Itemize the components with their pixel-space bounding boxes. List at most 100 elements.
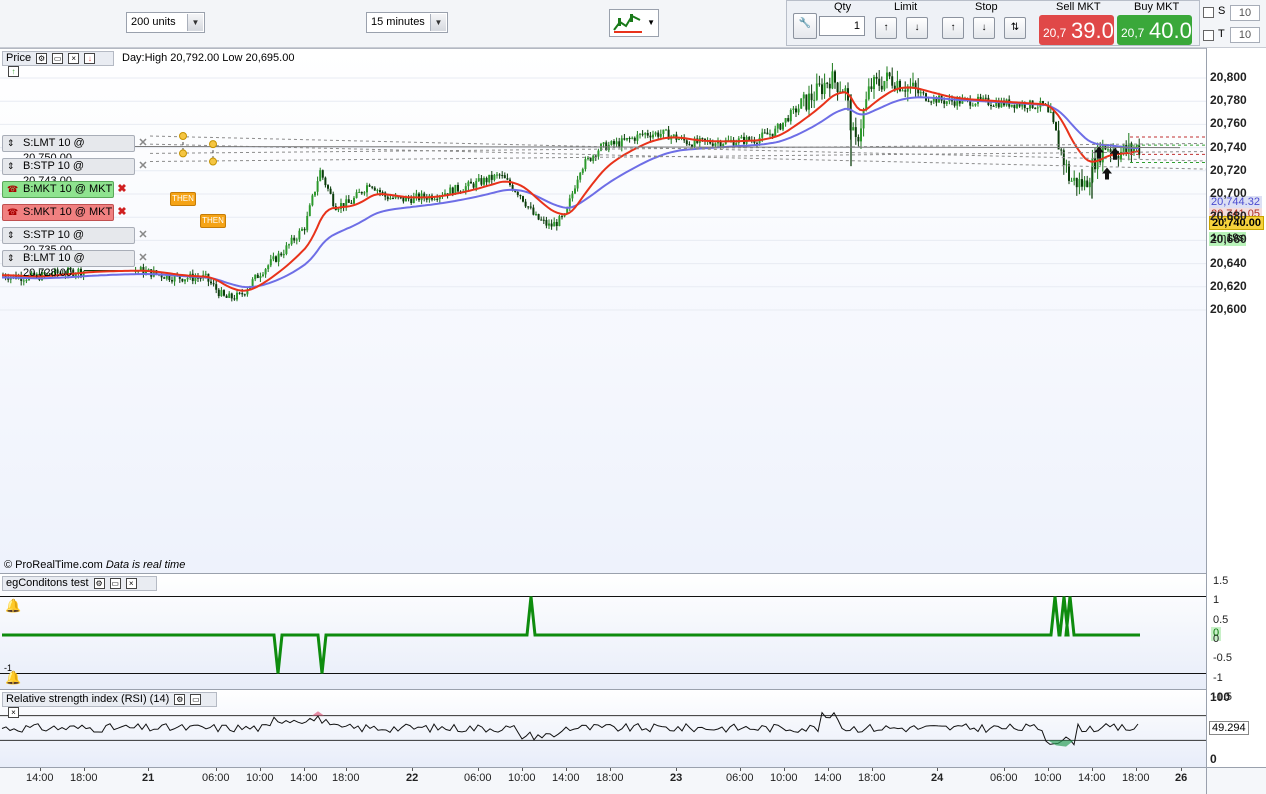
- candle-body: [665, 129, 667, 131]
- time-tick: [1136, 768, 1137, 771]
- close-icon[interactable]: ×: [125, 577, 137, 589]
- time-axis[interactable]: 14:00 18:00 21 06:00 10:00 14:00 18:00 22 06:00 1…: [0, 767, 1206, 794]
- indicator-line: [2, 596, 1140, 674]
- candle-body: [467, 181, 470, 187]
- time-label: 18:00: [1122, 772, 1150, 784]
- candle-body: [857, 136, 860, 142]
- candle-body: [613, 141, 615, 145]
- sell-mkt-button[interactable]: 20,7 39.0: [1039, 15, 1114, 45]
- buy-mkt-button[interactable]: 20,7 40.0: [1117, 15, 1192, 45]
- drag-handle-icon[interactable]: ⇕: [7, 161, 15, 172]
- alert-bell-icon[interactable]: 🔔: [5, 598, 21, 614]
- order-row-s-lmt[interactable]: ⇕ S:LMT 10 @ 20,750.00 ✕: [2, 135, 148, 164]
- buy-mkt-label: Buy MKT: [1134, 1, 1180, 13]
- stop-bracket-button[interactable]: ⇅: [1004, 17, 1026, 39]
- close-icon[interactable]: ✕: [136, 159, 150, 174]
- indicator-chart[interactable]: [0, 574, 1206, 690]
- order-row-b-lmt[interactable]: ⇕ B:LMT 10 @ 20,728.00 ✕: [2, 250, 148, 279]
- drag-handle-icon[interactable]: ⇕: [7, 230, 15, 241]
- t-value-input[interactable]: 10: [1230, 27, 1260, 43]
- limit-buy-button[interactable]: ↑: [875, 17, 897, 39]
- drag-handle-icon[interactable]: ⇕: [7, 138, 15, 149]
- candle-body: [186, 278, 189, 280]
- close-icon[interactable]: ✕: [136, 228, 150, 243]
- candle-body: [215, 284, 218, 290]
- limit-sell-button[interactable]: ↓: [906, 17, 928, 39]
- candle-body: [254, 274, 257, 280]
- wrench-icon[interactable]: 🔧: [793, 13, 817, 39]
- stop-sell-button[interactable]: ↓: [973, 17, 995, 39]
- candle-body: [662, 129, 665, 134]
- order-row-b-mkt[interactable]: ☎ B:MKT 10 @ MKT ✖: [2, 181, 127, 198]
- wrench-icon[interactable]: ⚙: [93, 577, 105, 589]
- window-icon[interactable]: ▭: [109, 577, 121, 589]
- chevron-down-icon[interactable]: ▼: [187, 14, 203, 31]
- qty-input[interactable]: 1: [819, 16, 865, 36]
- wrench-icon[interactable]: ⚙: [174, 693, 186, 705]
- close-icon[interactable]: ✖: [115, 182, 129, 197]
- candle-body: [314, 191, 316, 196]
- candle-body: [636, 134, 639, 141]
- buy-order-icon[interactable]: ↑: [8, 65, 19, 77]
- drag-handle-icon[interactable]: ⇕: [7, 253, 15, 264]
- price-tick-label: 20,700: [1210, 186, 1247, 200]
- price-chart[interactable]: [0, 49, 1206, 574]
- time-label: 06:00: [202, 772, 230, 784]
- close-icon[interactable]: ✕: [136, 251, 150, 266]
- candle-body: [376, 190, 379, 192]
- candle-body: [392, 197, 394, 199]
- then-tag[interactable]: THEN: [170, 192, 196, 206]
- window-icon[interactable]: ▭: [190, 693, 202, 705]
- price-tick-label: 20,660: [1210, 232, 1247, 247]
- close-icon[interactable]: ✖: [115, 205, 129, 220]
- phone-icon: ☎: [7, 207, 19, 217]
- wrench-icon[interactable]: ⚙: [36, 52, 48, 64]
- chevron-down-icon[interactable]: ▼: [430, 14, 446, 31]
- candle-body: [285, 245, 288, 254]
- time-tick: [937, 768, 938, 771]
- interval-select[interactable]: 15 minutes ▼: [366, 12, 448, 33]
- t-label: T: [1218, 28, 1225, 40]
- candle-body: [267, 265, 270, 270]
- candle-body: [602, 142, 605, 144]
- candle-body: [204, 273, 207, 275]
- candle-body: [223, 290, 225, 296]
- order-row-b-stp[interactable]: ⇕ B:STP 10 @ 20,743.00 ✕: [2, 158, 148, 187]
- candle-body: [735, 142, 738, 146]
- candle-body: [480, 178, 483, 185]
- chevron-down-icon[interactable]: ▼: [647, 18, 655, 27]
- sell-order-icon[interactable]: ↓: [84, 52, 96, 64]
- candle-body: [927, 100, 930, 102]
- price-panel[interactable]: Price ⚙ ▭ × ↓ ↑ Day:High 20,792.00 Low 2…: [0, 48, 1206, 573]
- rsi-panel[interactable]: Relative strength index (RSI) (14) ⚙ ▭ ×: [0, 689, 1206, 767]
- candle-body: [493, 174, 496, 180]
- sell-mkt-label: Sell MKT: [1056, 1, 1101, 13]
- s-value-input[interactable]: 10: [1230, 5, 1260, 21]
- window-icon[interactable]: ▭: [52, 52, 64, 64]
- close-icon[interactable]: ×: [8, 706, 19, 718]
- candle-body: [623, 138, 626, 140]
- price-tick-label: 20,740: [1210, 139, 1247, 154]
- candle-body: [1057, 130, 1060, 150]
- indicator-tick-label: -0.5: [1213, 652, 1232, 665]
- candle-body: [293, 237, 296, 241]
- stop-buy-button[interactable]: ↑: [942, 17, 964, 39]
- realtime-note: Data is real time: [105, 559, 186, 571]
- units-select[interactable]: 200 units ▼: [126, 12, 205, 33]
- candle-body: [171, 280, 173, 282]
- time-label: 10:00: [508, 772, 536, 784]
- order-row-s-stp[interactable]: ⇕ S:STP 10 @ 20,735.00 ✕: [2, 227, 148, 256]
- then-tag[interactable]: THEN: [200, 214, 226, 228]
- candle-body: [581, 169, 584, 173]
- s-checkbox[interactable]: [1203, 7, 1214, 18]
- indicator-panel[interactable]: egConditons test ⚙ ▭ × 🔔 🔔 -1: [0, 573, 1206, 689]
- t-checkbox[interactable]: [1203, 30, 1214, 41]
- price-tick-label: 20,720: [1210, 162, 1247, 177]
- order-row-s-mkt[interactable]: ☎ S:MKT 10 @ MKT ✖: [2, 204, 127, 221]
- indicator-tick-label: -1: [1213, 671, 1223, 684]
- time-label: 14:00: [26, 772, 54, 784]
- close-icon[interactable]: ✕: [136, 136, 150, 151]
- chart-type-button[interactable]: ▼: [609, 9, 659, 37]
- candle-body: [836, 82, 839, 93]
- close-icon[interactable]: ×: [68, 52, 80, 64]
